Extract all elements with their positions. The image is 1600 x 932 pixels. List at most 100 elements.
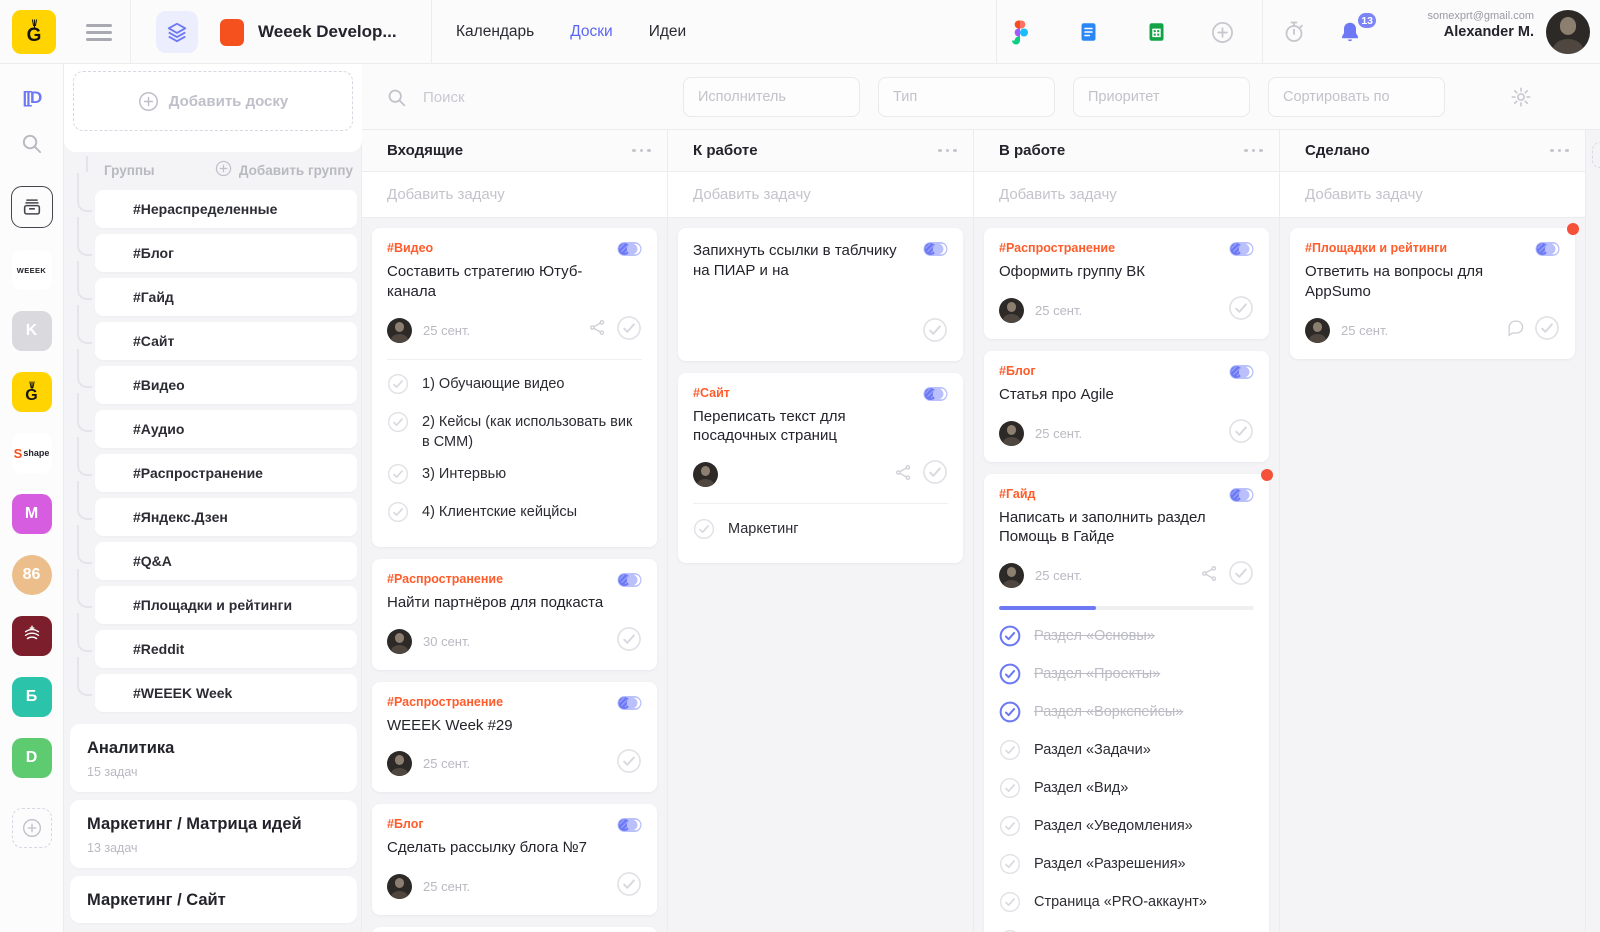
workspace-item-d[interactable]: D — [12, 738, 52, 778]
group-item[interactable]: #Сайт — [95, 322, 357, 360]
group-item[interactable]: #Нераспределенные — [95, 190, 357, 228]
tab-calendar[interactable]: Календарь — [456, 23, 534, 41]
board-search[interactable]: Поиск — [386, 64, 465, 130]
assignee-avatar[interactable] — [999, 298, 1024, 323]
complete-task-button[interactable] — [616, 871, 642, 902]
subtask-checkbox[interactable] — [999, 663, 1021, 690]
bell-icon[interactable]: 13 — [1330, 20, 1370, 44]
workspace-logo[interactable]: \|/G — [12, 10, 56, 54]
column-menu-icon[interactable] — [632, 143, 651, 159]
workspace-item-86[interactable]: 86 — [12, 555, 52, 595]
column-menu-icon[interactable] — [1550, 143, 1569, 159]
subtask-checkbox[interactable] — [999, 853, 1021, 880]
task-type-toggle-icon[interactable] — [1229, 365, 1254, 405]
workspace-item-gusarov[interactable]: \|/G — [12, 372, 52, 412]
subtask-checkbox[interactable] — [693, 518, 715, 545]
task-type-toggle-icon[interactable] — [1229, 242, 1254, 282]
weeek-brand-icon[interactable]: [[D — [23, 88, 41, 108]
group-item[interactable]: #Распространение — [95, 454, 357, 492]
filter-dropdown[interactable]: Сортировать по — [1268, 77, 1445, 117]
task-type-toggle-icon[interactable] — [1535, 242, 1560, 302]
task-type-toggle-icon[interactable] — [617, 696, 642, 736]
complete-task-button[interactable] — [1228, 560, 1254, 591]
sidebar-search-button[interactable] — [20, 132, 43, 160]
tab-boards[interactable]: Доски — [570, 23, 612, 41]
assignee-avatar[interactable] — [387, 629, 412, 654]
group-item[interactable]: #Блог — [95, 234, 357, 272]
subtask-checkbox[interactable] — [387, 373, 409, 400]
sidebar-boards-nav[interactable] — [11, 186, 53, 228]
add-task-input[interactable]: Добавить задачу — [668, 172, 973, 218]
user-block[interactable]: somexprt@gmail.com Alexander M. — [1427, 10, 1534, 40]
subtask-checkbox[interactable] — [999, 777, 1021, 804]
group-item[interactable]: #WEEEK Week — [95, 674, 357, 712]
subtask-checkbox[interactable] — [999, 815, 1021, 842]
add-integration-icon[interactable] — [1202, 21, 1242, 44]
task-card[interactable]: #БлогСделать рассылку блога №725 сент. — [372, 804, 657, 915]
subtask-checkbox[interactable] — [387, 463, 409, 490]
board-settings-button[interactable] — [1510, 86, 1532, 113]
column-menu-icon[interactable] — [1244, 143, 1263, 159]
subtask-checkbox[interactable] — [387, 411, 409, 438]
timer-icon[interactable] — [1274, 20, 1314, 44]
subtask-checkbox[interactable] — [387, 501, 409, 528]
complete-task-button[interactable] — [922, 459, 948, 490]
subtask-checkbox[interactable] — [999, 701, 1021, 728]
filter-dropdown[interactable]: Приоритет — [1073, 77, 1250, 117]
group-item[interactable]: #Видео — [95, 366, 357, 404]
task-card[interactable]: #Площадки и рейтингиОтветить на вопросы … — [1290, 228, 1575, 359]
task-type-toggle-icon[interactable] — [617, 818, 642, 858]
assignee-avatar[interactable] — [999, 563, 1024, 588]
workspace-item-shape[interactable]: Sshape — [12, 433, 52, 473]
add-group-button[interactable]: Добавить группу — [215, 160, 353, 180]
tab-ideas[interactable]: Идеи — [649, 23, 686, 41]
user-avatar[interactable] — [1546, 10, 1590, 54]
task-card[interactable]: #СайтПереписать текст для посадочных стр… — [678, 373, 963, 564]
add-task-input[interactable]: Добавить задачу — [974, 172, 1279, 218]
task-card[interactable]: #РаспространениеОформить группу ВК25 сен… — [984, 228, 1269, 339]
figma-icon[interactable] — [1000, 20, 1040, 45]
workspace-item-m[interactable]: M — [12, 494, 52, 534]
complete-task-button[interactable] — [922, 317, 948, 348]
assignee-avatar[interactable] — [1305, 318, 1330, 343]
column-menu-icon[interactable] — [938, 143, 957, 159]
menu-toggle-icon[interactable] — [86, 24, 112, 45]
group-item[interactable]: #Площадки и рейтинги — [95, 586, 357, 624]
complete-task-button[interactable] — [1228, 418, 1254, 449]
assignee-avatar[interactable] — [387, 751, 412, 776]
add-board-button[interactable]: Добавить доску — [73, 71, 353, 131]
workspace-item-b[interactable]: Б — [12, 677, 52, 717]
task-card[interactable]: #РаспространениеНайти партнёров для подк… — [372, 559, 657, 670]
add-task-input[interactable]: Добавить задачу — [362, 172, 667, 218]
assignee-avatar[interactable] — [387, 318, 412, 343]
assignee-avatar[interactable] — [693, 462, 718, 487]
google-docs-icon[interactable] — [1068, 20, 1108, 44]
task-type-toggle-icon[interactable] — [923, 242, 948, 281]
share-icon[interactable] — [894, 463, 913, 487]
complete-task-button[interactable] — [616, 748, 642, 779]
board-card[interactable]: Маркетинг / Сайт — [70, 876, 357, 923]
complete-task-button[interactable] — [1534, 315, 1560, 346]
workspace-item-weeek[interactable]: WEEEK — [12, 250, 52, 290]
workspace-item-crest[interactable] — [12, 616, 52, 656]
filter-dropdown[interactable]: Исполнитель — [683, 77, 860, 117]
complete-task-button[interactable] — [616, 626, 642, 657]
filter-dropdown[interactable]: Тип — [878, 77, 1055, 117]
task-type-toggle-icon[interactable] — [617, 573, 642, 613]
group-item[interactable]: #Гайд — [95, 278, 357, 316]
group-item[interactable]: #Яндекс.Дзен — [95, 498, 357, 536]
assignee-avatar[interactable] — [387, 874, 412, 899]
group-item[interactable]: #Reddit — [95, 630, 357, 668]
subtask-checkbox[interactable] — [999, 625, 1021, 652]
board-card[interactable]: Маркетинг / Матрица идей 13 задач — [70, 800, 357, 868]
add-workspace-button[interactable] — [12, 808, 52, 848]
subtask-checkbox[interactable] — [999, 739, 1021, 766]
task-card[interactable]: Запихнуть ссылки в таблчику на ПИАР и на — [678, 228, 963, 361]
task-type-toggle-icon[interactable] — [617, 242, 642, 302]
task-card[interactable]: #ГайдСобрать список вопросов для FAQ — [372, 927, 657, 932]
complete-task-button[interactable] — [616, 315, 642, 346]
task-type-toggle-icon[interactable] — [1229, 488, 1254, 548]
task-card[interactable]: #БлогСтатья про Agile25 сент. — [984, 351, 1269, 462]
google-sheets-icon[interactable] — [1136, 20, 1176, 44]
task-card[interactable]: #РаспространениеWEEEK Week #2925 сент. — [372, 682, 657, 793]
